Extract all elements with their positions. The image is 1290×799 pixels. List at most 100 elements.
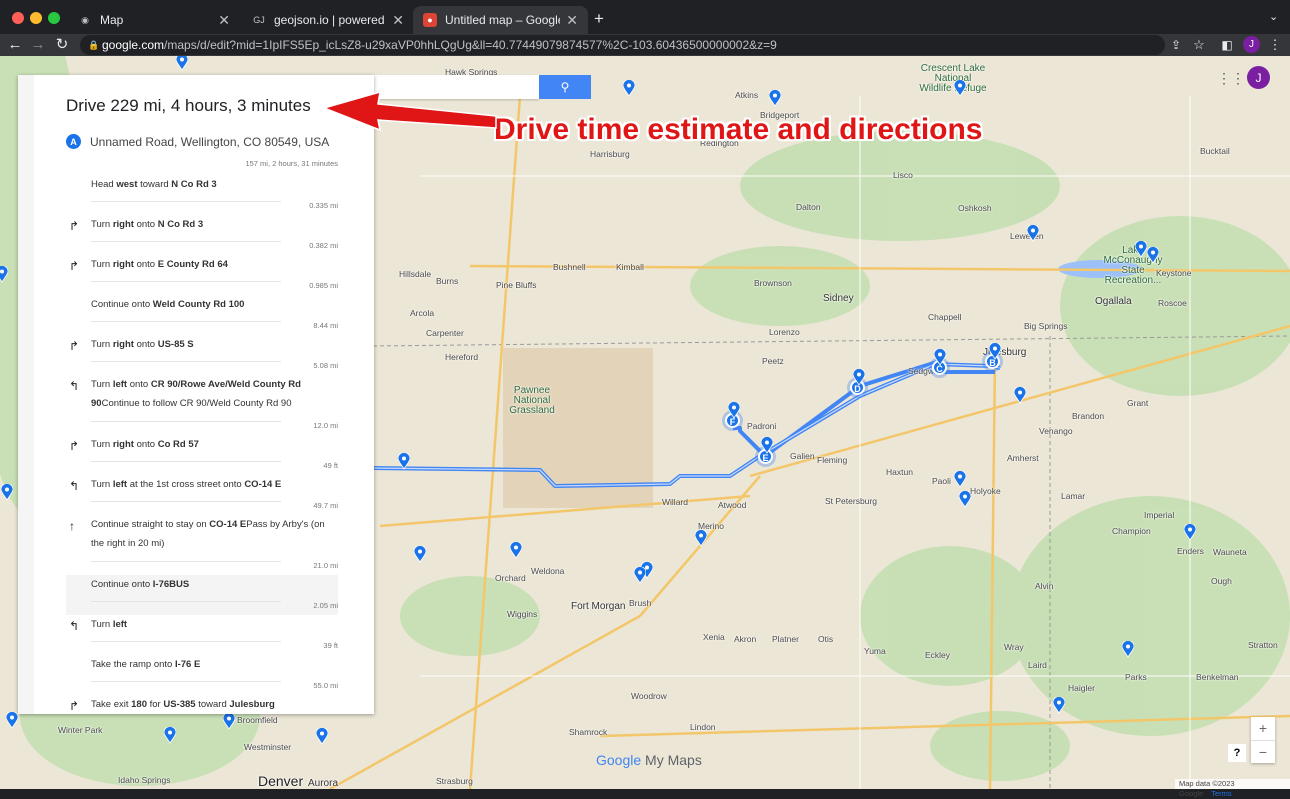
step-divider <box>91 681 281 682</box>
map-pin-icon[interactable] <box>1053 697 1065 714</box>
turn-right-icon: ↱ <box>69 259 80 273</box>
map-pin-icon[interactable] <box>761 437 773 454</box>
directions-content: Drive 229 mi, 4 hours, 3 minutes A Unnam… <box>34 75 374 714</box>
map-pin-icon[interactable] <box>934 349 946 366</box>
address-bar[interactable]: 🔒 google.com/maps/d/edit?mid=1IpIFS5Ep_i… <box>80 35 1165 55</box>
step-divider <box>91 641 281 642</box>
bookmark-star-icon[interactable]: ☆ <box>1186 34 1212 56</box>
forward-icon[interactable]: → <box>25 34 51 56</box>
map-pin-icon[interactable] <box>6 712 18 729</box>
map-pin-icon[interactable] <box>316 728 328 745</box>
map-pin-icon[interactable] <box>695 530 707 547</box>
map-place-label: Willard <box>662 497 688 507</box>
map-place-label: Amherst <box>1007 453 1039 463</box>
direction-step[interactable]: Continue onto I-76BUS <box>66 575 338 615</box>
map-place-label: Shamrock <box>569 727 608 737</box>
close-window-button[interactable] <box>12 12 24 24</box>
map-place-label: Arcola <box>410 308 435 318</box>
map-pin-icon[interactable] <box>1 484 13 501</box>
account-avatar[interactable]: J <box>1247 66 1270 89</box>
tab-my-maps[interactable]: ● Untitled map – Google My Maps ✕ <box>413 6 588 34</box>
map-place-label: Benkelman <box>1196 672 1239 682</box>
direction-step-text: Turn left onto CR 90/Rowe Ave/Weld Count… <box>91 379 301 409</box>
reload-icon[interactable]: ↻ <box>49 34 75 56</box>
direction-step-text: Turn left at the 1st cross street onto C… <box>91 479 282 490</box>
profile-avatar[interactable]: J <box>1243 36 1260 53</box>
map-place-label: Broomfield <box>237 715 278 725</box>
map-place-label: Hillsdale <box>399 269 432 279</box>
map-place-label: Lindon <box>690 722 716 732</box>
map-pin-icon[interactable] <box>398 453 410 470</box>
search-button[interactable]: ⚲ <box>539 75 591 99</box>
sidebar-icon[interactable]: ◧ <box>1214 34 1240 56</box>
map-place-label: St Petersburg <box>825 496 877 506</box>
map-pin-icon[interactable] <box>1122 641 1134 658</box>
map-pin-icon[interactable] <box>1147 247 1159 264</box>
map-pin-icon[interactable] <box>769 90 781 107</box>
step-distance: 21.0 mi <box>313 561 338 570</box>
map-pin-icon[interactable] <box>634 567 646 584</box>
map-place-label: Haxtun <box>886 467 913 477</box>
tab-title: Untitled map – Google My Maps <box>445 13 560 27</box>
tab-map[interactable]: ◉ Map ✕ <box>68 6 240 34</box>
map-pin-icon[interactable] <box>1027 225 1039 242</box>
lock-icon: 🔒 <box>88 40 100 50</box>
map-place-label: Pawnee National Grassland <box>509 385 555 416</box>
step-divider <box>91 421 281 422</box>
zoom-control: + − <box>1251 717 1275 763</box>
map-place-label: Woodrow <box>631 691 667 701</box>
step-divider <box>91 281 281 282</box>
map-pin-icon[interactable] <box>1014 387 1026 404</box>
map-place-label: Wiggins <box>507 609 538 619</box>
map-pin-icon[interactable] <box>959 491 971 508</box>
map-place-label: Fort Morgan <box>571 601 626 612</box>
direction-step-text: Continue onto I-76BUS <box>91 579 190 590</box>
help-button[interactable]: ? <box>1228 744 1246 762</box>
step-distance: 8.44 mi <box>313 321 338 330</box>
map-pin-icon[interactable] <box>223 713 235 730</box>
turn-exit-icon: ↱ <box>69 699 80 713</box>
map-place-label: Keystone <box>1156 268 1192 278</box>
map-place-label: Lisco <box>893 170 913 180</box>
direction-step-text: Continue straight to stay on CO-14 EPass… <box>91 519 325 549</box>
map-pin-icon[interactable] <box>853 369 865 386</box>
tab-title: Map <box>100 13 124 27</box>
map-place-label: Wray <box>1004 642 1024 652</box>
map-pin-icon[interactable] <box>989 343 1001 360</box>
minimize-window-button[interactable] <box>30 12 42 24</box>
close-tab-icon[interactable]: ✕ <box>566 12 578 29</box>
menu-dots-icon[interactable]: ⋮ <box>1262 34 1288 56</box>
map-pin-icon[interactable] <box>954 80 966 97</box>
map-pin-icon[interactable] <box>414 546 426 563</box>
url-domain: google.com <box>102 38 165 52</box>
close-tab-icon[interactable]: ✕ <box>392 12 404 29</box>
map-pin-icon[interactable] <box>164 727 176 744</box>
map-place-label: Ough <box>1211 576 1232 586</box>
map-place-label: Harrisburg <box>590 149 630 159</box>
map-pin-icon[interactable] <box>728 402 740 419</box>
map-place-label: Bucktail <box>1200 146 1230 156</box>
tab-search-icon[interactable]: ⌄ <box>1269 10 1278 23</box>
map-pin-icon[interactable] <box>176 56 188 71</box>
new-tab-button[interactable]: + <box>594 9 604 29</box>
map-pin-icon[interactable] <box>510 542 522 559</box>
close-tab-icon[interactable]: ✕ <box>218 12 230 29</box>
zoom-in-button[interactable]: + <box>1251 717 1275 740</box>
layers-panel-edge <box>18 75 34 714</box>
map-pin-icon[interactable] <box>623 80 635 97</box>
map-pin-icon[interactable] <box>0 266 8 283</box>
map-place-label: Holyoke <box>970 486 1001 496</box>
maximize-window-button[interactable] <box>48 12 60 24</box>
map-place-label: Atwood <box>718 500 747 510</box>
tab-geojson[interactable]: GJ geojson.io | powered by Mapbox ✕ <box>242 6 414 34</box>
map-pin-icon[interactable] <box>1184 524 1196 541</box>
map-place-label: Sidney <box>823 293 854 304</box>
terms-link[interactable]: Terms <box>1211 789 1231 798</box>
direction-step-text: Continue onto Weld County Rd 100 <box>91 299 245 310</box>
zoom-out-button[interactable]: − <box>1251 740 1275 763</box>
map-pin-icon[interactable] <box>1135 241 1147 258</box>
map-place-label: Haigler <box>1068 683 1095 693</box>
step-distance: 39 ft <box>323 641 338 650</box>
map-pin-icon[interactable] <box>954 471 966 488</box>
map-place-label: Paoli <box>932 476 951 486</box>
